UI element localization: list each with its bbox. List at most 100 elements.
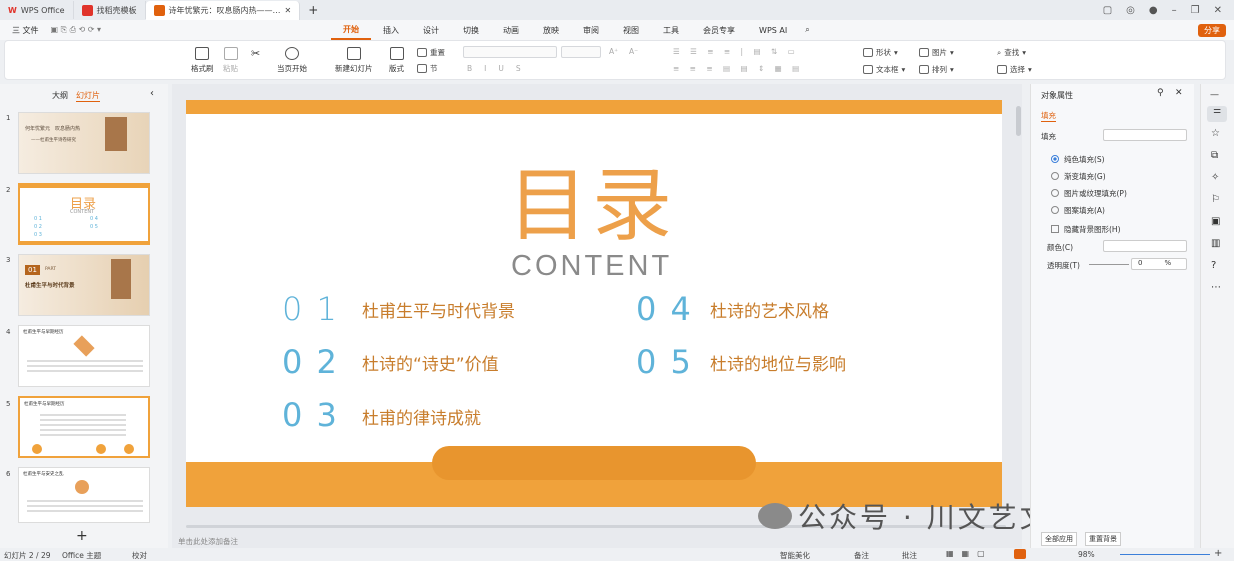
new-tab-icon[interactable]: + [300, 3, 326, 17]
minus-icon[interactable]: — [1210, 90, 1219, 100]
strikethrough-button[interactable]: S [516, 64, 521, 73]
menu-home[interactable]: 开始 [331, 20, 372, 40]
menu-animation[interactable]: 动画 [491, 25, 531, 36]
paste-button[interactable]: 粘贴 [223, 47, 238, 74]
skin-icon[interactable]: ◎ [1126, 5, 1135, 16]
smart-beautify-button[interactable]: 智能美化 [780, 550, 810, 561]
menu-design[interactable]: 设计 [411, 25, 451, 36]
fill-section-label[interactable]: 填充 [1041, 131, 1056, 142]
solid-fill-radio[interactable]: 纯色填充(S) [1051, 154, 1105, 165]
share-button[interactable]: 分享 [1198, 23, 1226, 37]
zoom-slider[interactable] [1120, 554, 1210, 555]
pin-icon[interactable]: ⚲ [1157, 88, 1164, 98]
menu-view[interactable]: 视图 [611, 25, 651, 36]
find-button[interactable]: ⌕ 查找 ▾ [997, 47, 1026, 58]
italic-button[interactable]: I [484, 64, 486, 73]
slide-canvas[interactable]: 目录 CONTENT 0 1 杜甫生平与时代背景 0 2 杜诗的“诗史”价值 0… [186, 100, 1002, 507]
select-button[interactable]: 选择 ▾ [997, 64, 1032, 75]
vertical-scrollbar[interactable] [1016, 106, 1021, 136]
more-icon[interactable]: ⋯ [1211, 282, 1221, 293]
add-icon[interactable] [124, 444, 134, 454]
apply-all-button[interactable]: 全部应用 [1041, 532, 1077, 546]
search-icon[interactable]: ⌕ [799, 25, 815, 35]
arrange-button[interactable]: 排列 ▾ [919, 64, 954, 75]
menu-tools[interactable]: 工具 [651, 25, 691, 36]
shape-button[interactable]: 形状 ▾ [863, 47, 898, 58]
notes-placeholder[interactable]: 单击此处添加备注 [178, 536, 238, 547]
notes-toggle[interactable]: 备注 [854, 550, 869, 561]
transparency-input[interactable]: 0% [1131, 258, 1187, 270]
close-icon[interactable]: ✕ [1214, 5, 1222, 16]
layout-button[interactable]: 版式 [389, 47, 404, 74]
underline-button[interactable]: U [498, 64, 504, 73]
file-menu[interactable]: 三 文件 [0, 25, 51, 36]
close-tab-icon[interactable]: ✕ [285, 6, 292, 15]
transparency-slider[interactable] [1089, 264, 1129, 265]
theme-name[interactable]: Office 主题 [62, 550, 101, 561]
help-icon[interactable]: ? [1211, 260, 1216, 271]
menu-insert[interactable]: 插入 [371, 25, 411, 36]
menu-slideshow[interactable]: 放映 [531, 25, 571, 36]
collapse-panel-icon[interactable]: ‹ [150, 88, 154, 99]
slide-thumbnail-3[interactable]: 01 PART 杜甫生平与时代背景 [18, 254, 150, 316]
zoom-in-icon[interactable]: + [1214, 548, 1222, 559]
menu-transition[interactable]: 切换 [451, 25, 491, 36]
image-edit-icon[interactable]: ▣ [1211, 216, 1220, 227]
play-from-current-button[interactable]: 当页开始 [277, 47, 307, 74]
slide-thumbnail-2[interactable]: 目录 CONTENT 0 10 20 3 0 40 5 [18, 183, 150, 245]
pattern-fill-radio[interactable]: 图案填充(A) [1051, 205, 1105, 216]
paragraph-group[interactable]: ☰ ☰ ≡ ≡ | ▤ ⇅ ▭ [673, 47, 799, 56]
star-icon[interactable]: ☆ [1211, 128, 1220, 139]
font-name-select[interactable] [463, 46, 557, 58]
hide-background-checkbox[interactable]: 隐藏背景图形(H) [1051, 224, 1121, 235]
magic-icon[interactable]: ✧ [1211, 172, 1219, 183]
play-icon[interactable] [32, 444, 42, 454]
font-shrink-button[interactable]: A⁻ [629, 47, 638, 56]
layout-icon[interactable]: ▢ [1103, 5, 1112, 16]
font-size-select[interactable] [561, 46, 601, 58]
add-slide-icon[interactable]: + [76, 528, 88, 544]
picture-button[interactable]: 图片 ▾ [919, 47, 954, 58]
textbox-button[interactable]: 文本框 ▾ [863, 64, 905, 75]
shirt-icon[interactable]: ⚐ [1211, 194, 1220, 205]
gradient-fill-radio[interactable]: 渐变填充(G) [1051, 171, 1106, 182]
slide-thumbnail-6[interactable]: 杜甫生平与安史之乱 [18, 467, 150, 523]
reset-background-button[interactable]: 重置背景 [1085, 532, 1121, 546]
new-slide-button[interactable]: 新建幻灯片 [335, 47, 373, 74]
color-select[interactable] [1103, 240, 1187, 252]
quick-access-toolbar[interactable]: ▣ ⎘ ⎙ ⟲ ⟳ ▾ [51, 25, 102, 35]
slide-thumbnail-1[interactable]: 何年忧繁元 叹息肠内热 ——杜甫生平诗卷研究 [18, 112, 150, 174]
comment-toggle[interactable]: 批注 [902, 550, 917, 561]
zoom-level[interactable]: 98% [1078, 550, 1095, 559]
tab-template[interactable]: 找稻壳模板 [74, 1, 146, 19]
format-painter-button[interactable]: 格式刷 [191, 47, 214, 74]
font-grow-button[interactable]: A⁺ [609, 47, 618, 56]
menu-review[interactable]: 审阅 [571, 25, 611, 36]
tab-wps-office[interactable]: W WPS Office [0, 1, 74, 19]
copy-icon[interactable]: ⧉ [1211, 150, 1218, 161]
tab-fill[interactable]: 填充 [1041, 110, 1056, 122]
play-slideshow-icon[interactable] [1014, 549, 1026, 559]
menu-wps-ai[interactable]: WPS AI [747, 26, 799, 35]
proofread-button[interactable]: 校对 [132, 550, 147, 561]
tab-document[interactable]: 诗年忧繁元：叹息肠内热——… ✕ [145, 1, 301, 20]
properties-icon[interactable]: ⚌ [1207, 106, 1227, 122]
tab-outline[interactable]: 大纲 [52, 90, 68, 101]
link-icon[interactable] [96, 444, 106, 454]
align-group[interactable]: ≡ ≡ ≡ ▤ ▤ ⇕ ▦ ▤ [673, 64, 803, 73]
close-panel-icon[interactable]: ✕ [1175, 88, 1183, 98]
slide-thumbnail-5[interactable]: 杜甫生平与早期经历 [18, 396, 150, 458]
minimize-icon[interactable]: – [1172, 5, 1177, 16]
avatar[interactable]: ● [1149, 5, 1158, 16]
picture-fill-radio[interactable]: 图片或纹理填充(P) [1051, 188, 1127, 199]
restore-icon[interactable]: ❐ [1191, 5, 1200, 16]
bold-button[interactable]: B [467, 64, 472, 73]
reset-button[interactable]: 重置 [417, 47, 445, 58]
slide-thumbnail-4[interactable]: 杜甫生平与早期经历 [18, 325, 150, 387]
section-button[interactable]: 节 [417, 63, 438, 74]
fill-type-select[interactable] [1103, 129, 1187, 141]
cut-button[interactable]: ✂ [251, 47, 260, 60]
view-mode-buttons[interactable]: ▦▦▢ [946, 549, 993, 558]
tab-slides[interactable]: 幻灯片 [76, 90, 100, 102]
menu-member[interactable]: 会员专享 [691, 25, 747, 36]
